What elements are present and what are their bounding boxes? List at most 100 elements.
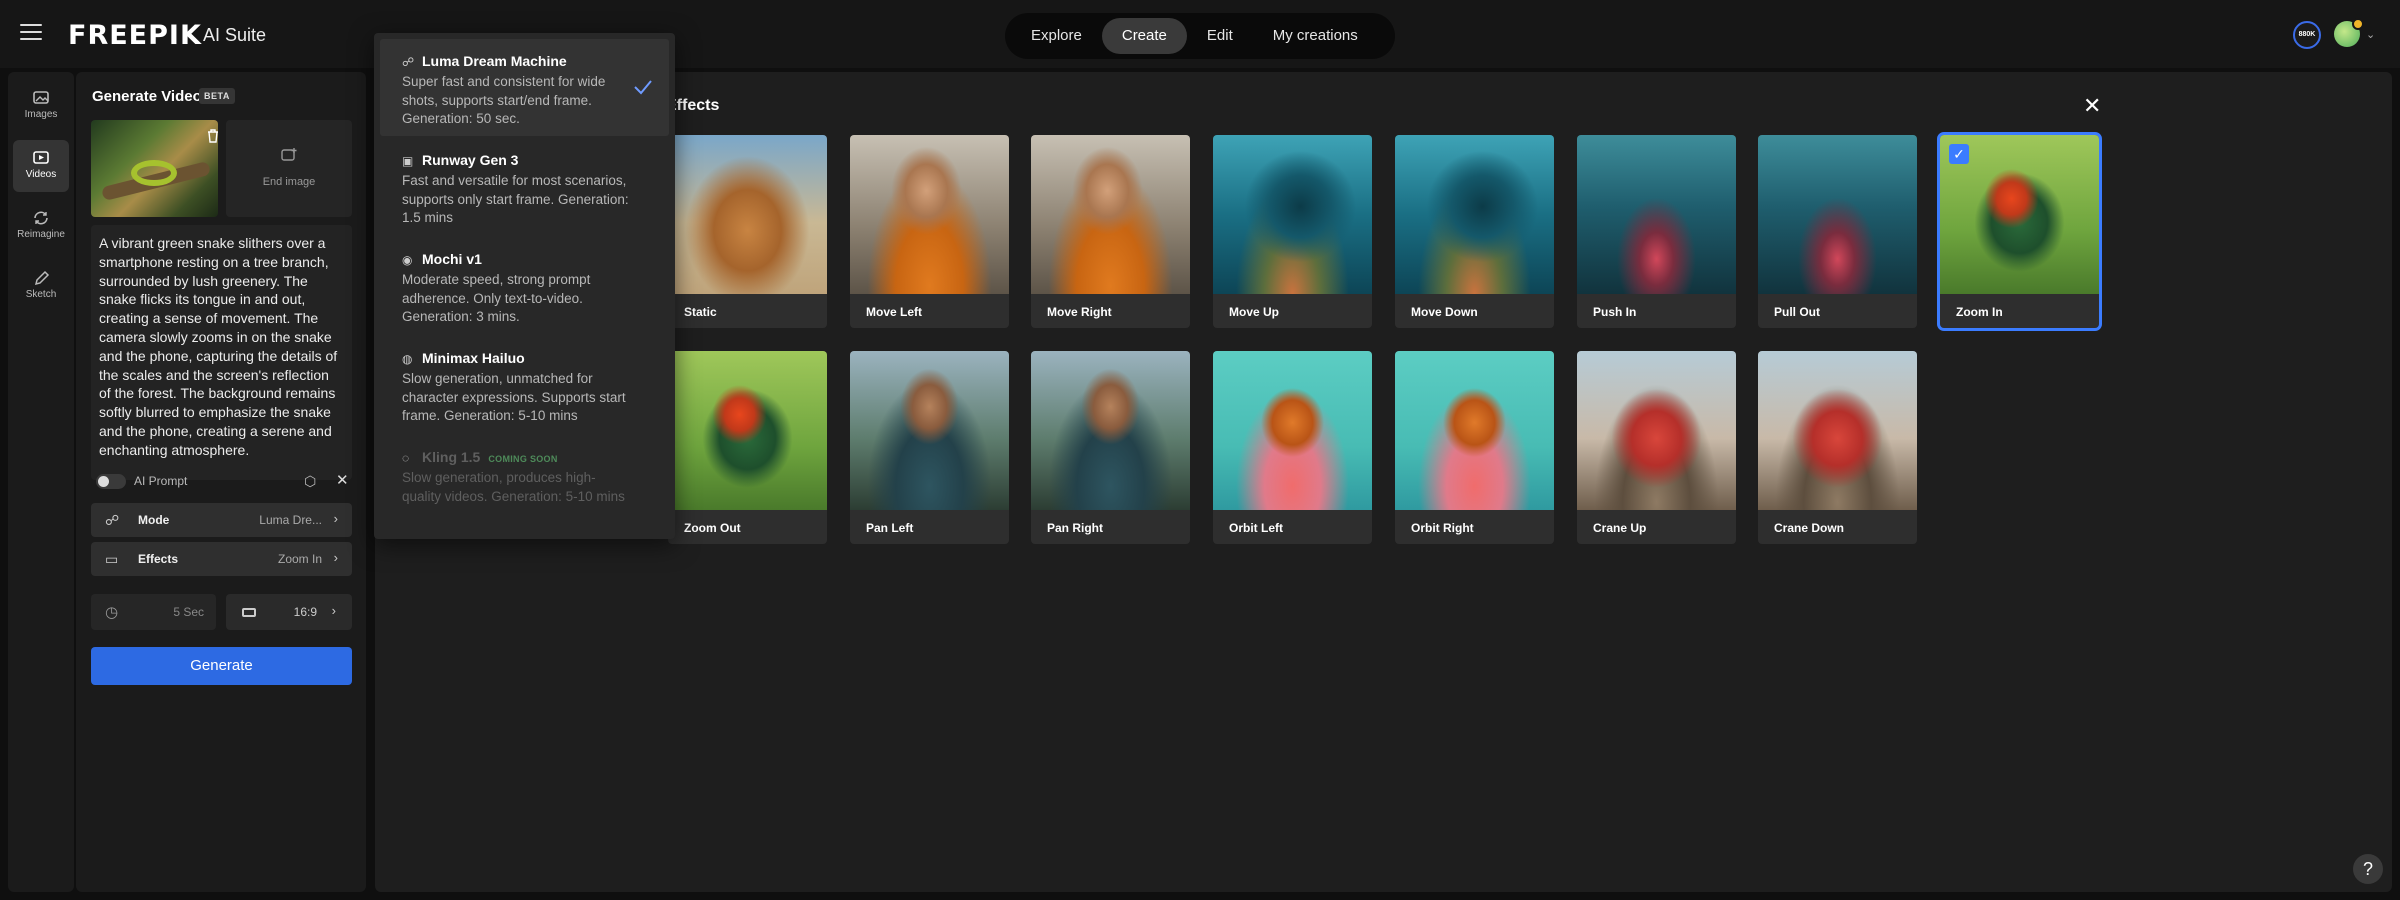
mode-option-minimax[interactable]: ◍ Minimax Hailuo Slow generation, unmatch… <box>380 336 669 433</box>
freepik-logo[interactable]: FREEPIK <box>68 20 202 51</box>
clear-prompt-icon[interactable]: ✕ <box>336 471 349 489</box>
tool-rail: Images Videos Reimagine Sketch <box>8 72 74 892</box>
option-description: Fast and versatile for most scenarios, s… <box>402 173 629 225</box>
effect-preview-image <box>1577 135 1736 294</box>
main-nav: Explore Create Edit My creations <box>1005 13 1395 59</box>
mode-option-runway[interactable]: ▣ Runway Gen 3 Fast and versatile for mos… <box>380 138 669 235</box>
effect-preview-image <box>1395 135 1554 294</box>
nav-my-creations[interactable]: My creations <box>1253 18 1378 54</box>
chevron-down-icon[interactable]: ⌄ <box>2366 28 2375 41</box>
effect-label: Crane Down <box>1774 521 1845 535</box>
effect-label: Move Up <box>1229 305 1280 319</box>
option-description: Slow generation, produces high-quality v… <box>402 470 625 504</box>
effect-tile-push-in[interactable]: Push In <box>1577 135 1736 328</box>
panel-title: Generate Video <box>92 88 202 105</box>
effect-tile-static[interactable]: Static <box>668 135 827 328</box>
rail-item-videos[interactable]: Videos <box>13 140 69 192</box>
chevron-right-icon: › <box>333 550 338 565</box>
effect-label: Move Right <box>1047 305 1112 319</box>
effect-label: Orbit Right <box>1411 521 1474 535</box>
ai-prompt-label: AI Prompt <box>134 474 188 488</box>
mode-dropdown: ☍ Luma Dream Machine Super fast and consi… <box>374 33 675 539</box>
option-description: Slow generation, unmatched for character… <box>402 371 626 423</box>
option-description: Moderate speed, strong prompt adherence.… <box>402 272 591 324</box>
snake-shape <box>131 160 177 186</box>
duration-selector[interactable]: ◷ 5 Sec <box>91 594 216 630</box>
generate-button[interactable]: Generate <box>91 647 352 685</box>
effect-preview-image <box>850 135 1009 294</box>
effect-preview-image <box>850 351 1009 510</box>
effect-tile-move-left[interactable]: Move Left <box>850 135 1009 328</box>
nav-create[interactable]: Create <box>1101 18 1187 54</box>
effect-tile-orbit-right[interactable]: Orbit Right <box>1395 351 1554 544</box>
mode-option-mochi[interactable]: ◉ Mochi v1 Moderate speed, strong prompt … <box>380 237 669 334</box>
effect-label: Move Left <box>866 305 923 319</box>
mode-value: Luma Dre... <box>259 513 322 527</box>
effect-tile-orbit-left[interactable]: Orbit Left <box>1213 351 1372 544</box>
effect-label: Push In <box>1593 305 1637 319</box>
rail-label-sketch: Sketch <box>25 289 57 300</box>
close-icon[interactable]: ✕ <box>2083 93 2101 119</box>
effect-tile-move-down[interactable]: Move Down <box>1395 135 1554 328</box>
effect-preview-image <box>1395 351 1554 510</box>
nav-edit[interactable]: Edit <box>1187 18 1253 54</box>
mode-label: Mode <box>138 513 170 527</box>
clock-icon: ◷ <box>105 604 119 621</box>
ai-prompt-toggle[interactable] <box>96 474 126 489</box>
end-image-slot[interactable]: End image <box>226 120 352 217</box>
effect-tile-zoom-out[interactable]: Zoom Out <box>668 351 827 544</box>
rail-label-videos: Videos <box>25 169 57 180</box>
chevron-right-icon: › <box>331 603 336 618</box>
effects-selector[interactable]: ▭ Effects Zoom In › <box>91 542 352 576</box>
effect-preview-image <box>1213 351 1372 510</box>
prompt-footer: AI Prompt ⬡ ✕ <box>96 471 349 495</box>
effect-tile-crane-up[interactable]: Crane Up <box>1577 351 1736 544</box>
effect-tile-pan-right[interactable]: Pan Right <box>1031 351 1190 544</box>
effect-label: Zoom Out <box>684 521 741 535</box>
effect-label: Static <box>684 305 717 319</box>
folder-icon: ▭ <box>105 551 119 567</box>
rail-label-reimagine: Reimagine <box>17 229 65 240</box>
option-title: Runway Gen 3 <box>422 152 519 168</box>
trash-icon[interactable] <box>204 128 218 146</box>
rail-item-sketch[interactable]: Sketch <box>13 260 69 312</box>
beta-badge: BETA <box>199 88 235 104</box>
mode-option-luma[interactable]: ☍ Luma Dream Machine Super fast and consi… <box>380 39 669 136</box>
effect-label: Zoom In <box>1956 305 2003 319</box>
luma-icon: ☍ <box>105 512 120 528</box>
hamburger-menu-icon[interactable] <box>20 24 42 42</box>
effect-preview-image <box>1213 135 1372 294</box>
selected-check-icon: ✓ <box>1949 144 1969 164</box>
aspect-ratio-selector[interactable]: 16:9 › <box>226 594 352 630</box>
option-title: Luma Dream Machine <box>422 53 567 69</box>
effect-preview-image <box>1031 135 1190 294</box>
rail-label-images: Images <box>24 109 58 120</box>
effect-tile-crane-down[interactable]: Crane Down <box>1758 351 1917 544</box>
rail-item-images[interactable]: Images <box>13 80 69 132</box>
mode-selector[interactable]: ☍ Mode Luma Dre... › <box>91 503 352 537</box>
credits-badge[interactable]: 880K <box>2293 21 2321 49</box>
option-title: Minimax Hailuo <box>422 350 525 366</box>
effect-tile-pan-left[interactable]: Pan Left <box>850 351 1009 544</box>
rail-item-reimagine[interactable]: Reimagine <box>13 200 69 252</box>
pencil-icon <box>34 270 50 286</box>
effect-preview-image <box>1031 351 1190 510</box>
mode-option-kling: ◌ Kling 1.5 COMING SOON Slow generation, p… <box>380 435 669 532</box>
luma-icon: ☍ <box>402 55 415 69</box>
effect-preview-image <box>668 135 827 294</box>
effects-value: Zoom In <box>277 552 322 566</box>
start-image-thumbnail[interactable] <box>91 120 218 217</box>
cube-icon[interactable]: ⬡ <box>304 473 316 490</box>
option-title: Kling 1.5 <box>422 449 481 465</box>
prompt-textarea[interactable]: A vibrant green snake slithers over a sm… <box>91 225 352 480</box>
effect-tile-zoom-in[interactable]: Zoom In ✓ <box>1937 132 2102 331</box>
effect-preview-image <box>1577 351 1736 510</box>
aspect-ratio-value: 16:9 <box>293 605 317 619</box>
effect-tile-move-up[interactable]: Move Up <box>1213 135 1372 328</box>
help-button[interactable]: ? <box>2353 854 2383 884</box>
effects-label: Effects <box>138 552 179 566</box>
reimagine-icon <box>34 211 48 225</box>
effect-tile-move-right[interactable]: Move Right <box>1031 135 1190 328</box>
effect-tile-pull-out[interactable]: Pull Out <box>1758 135 1917 328</box>
nav-explore[interactable]: Explore <box>1011 18 1102 54</box>
